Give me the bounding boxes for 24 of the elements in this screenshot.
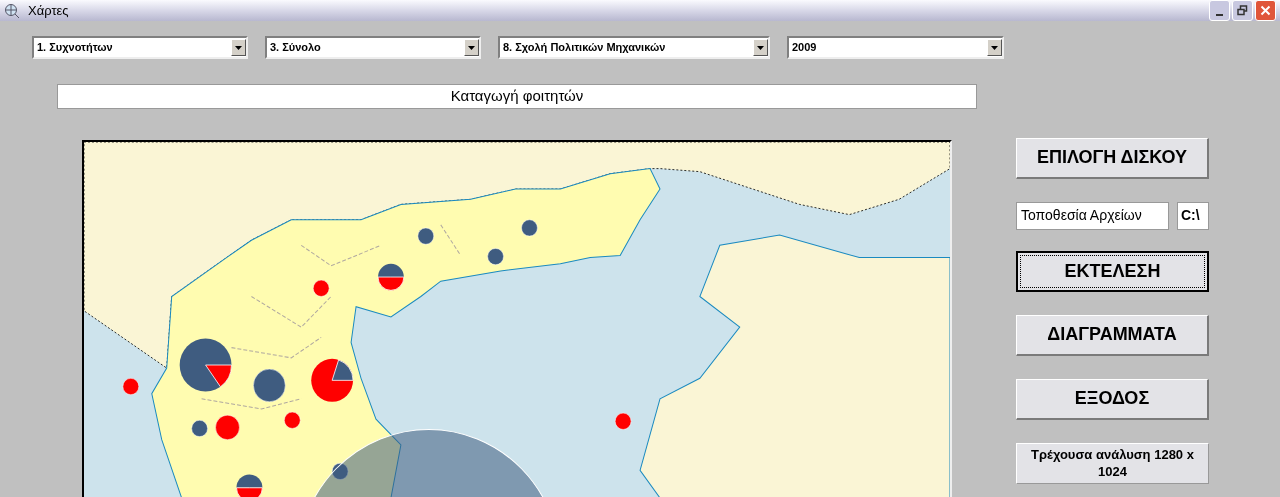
restore-icon [1237,5,1248,16]
command-button[interactable]: ΕΚΤΕΛΕΣΗ [1016,250,1209,292]
command-button[interactable]: ΕΞΟΔΟΣ [1016,378,1209,420]
dropdown[interactable]: 2009 [787,36,1004,59]
map-title: Καταγωγή φοιτητών [57,84,977,109]
restore-button[interactable] [1232,0,1253,21]
minimize-button[interactable] [1209,0,1230,21]
command-button[interactable]: ΔΙΑΓΡΑΜΜΑΤΑ [1016,314,1209,356]
caret-icon [231,39,246,56]
close-icon [1260,5,1271,16]
resolution-label: Τρέχουσα ανάλυση 1280 x 1024 [1016,442,1209,484]
dropdown[interactable]: 8. Σχολή Πολιτικών Μηχανικών [498,36,770,59]
close-button[interactable] [1255,0,1276,21]
caret-icon [987,39,1002,56]
caret-icon [753,39,768,56]
dropdown[interactable]: 3. Σύνολο [265,36,481,59]
window-title: Χάρτες [28,1,69,20]
caret-icon [464,39,479,56]
command-button[interactable]: ΕΠΙΛΟΓΗ ΔΙΣΚΟΥ [1016,137,1209,179]
dropdown[interactable]: 1. Συχνοτήτων [32,36,248,59]
location-field[interactable]: C:\ [1177,201,1209,230]
globe-icon [4,2,20,19]
minimize-icon [1216,14,1223,16]
location-label: Τοποθεσία Αρχείων [1016,201,1169,230]
